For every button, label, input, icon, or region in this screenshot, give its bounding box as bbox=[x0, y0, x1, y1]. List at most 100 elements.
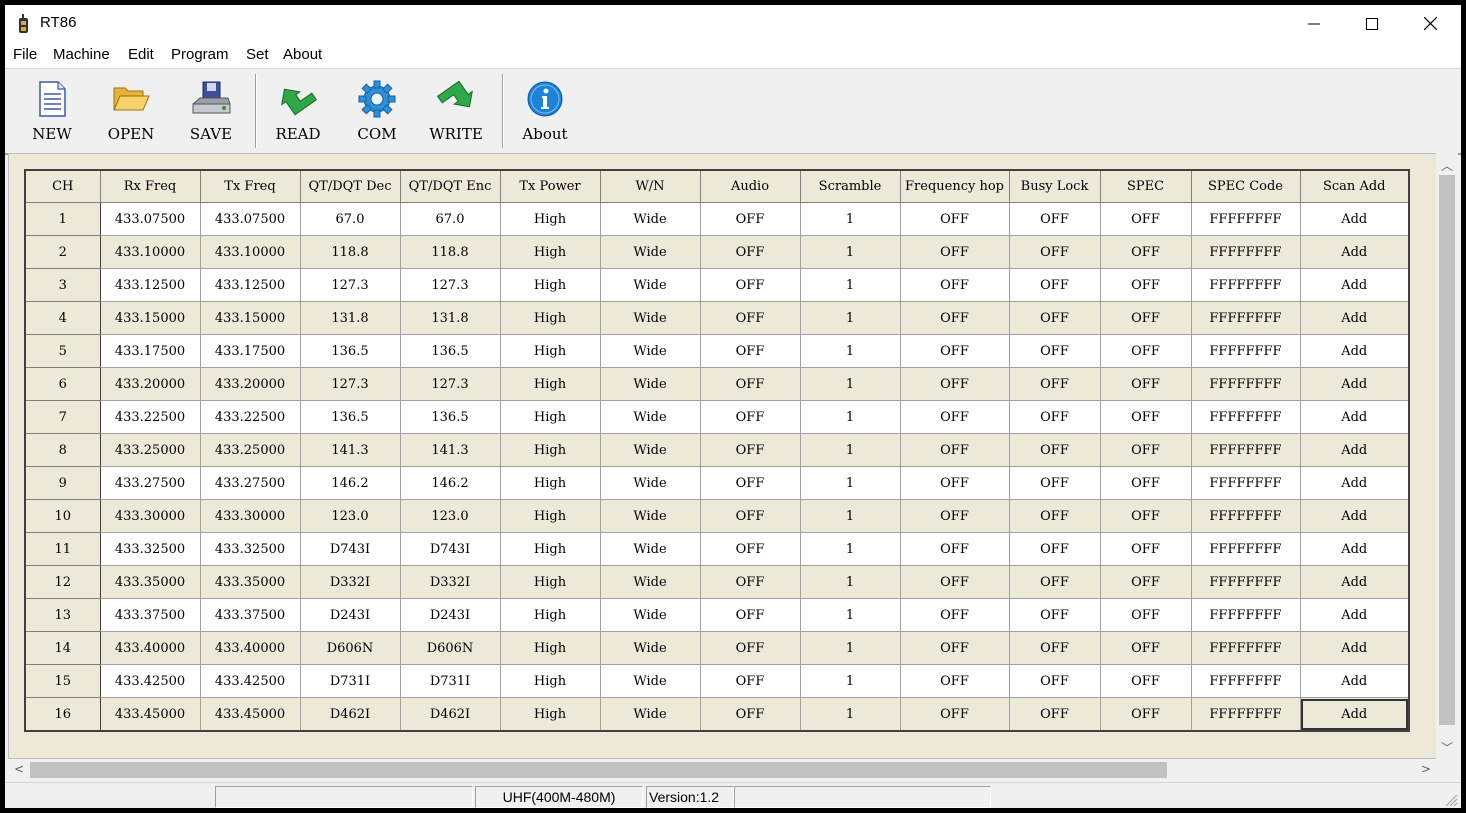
column-header[interactable]: QT/DQT Dec bbox=[299, 169, 401, 203]
table-cell[interactable]: OFF bbox=[899, 532, 1010, 566]
table-cell[interactable]: OFF bbox=[899, 466, 1010, 500]
table-cell[interactable]: D743I bbox=[299, 532, 401, 566]
resize-grip-icon[interactable] bbox=[1445, 794, 1458, 807]
column-header[interactable]: Scan Add bbox=[1299, 169, 1410, 203]
column-header[interactable]: Frequency hop bbox=[899, 169, 1010, 203]
table-cell[interactable]: 131.8 bbox=[399, 301, 501, 335]
table-cell[interactable]: FFFFFFFF bbox=[1190, 499, 1301, 533]
table-cell[interactable]: 127.3 bbox=[299, 268, 401, 302]
table-cell[interactable]: OFF bbox=[899, 664, 1010, 698]
table-cell[interactable]: 433.10000 bbox=[199, 235, 301, 269]
table-cell[interactable]: 433.40000 bbox=[199, 631, 301, 665]
table-cell[interactable]: OFF bbox=[1008, 664, 1101, 698]
table-cell[interactable]: High bbox=[499, 400, 601, 434]
column-header[interactable]: Rx Freq bbox=[99, 169, 201, 203]
table-cell[interactable]: Wide bbox=[599, 631, 701, 665]
table-cell[interactable]: 433.22500 bbox=[99, 400, 201, 434]
table-cell[interactable]: OFF bbox=[1099, 664, 1192, 698]
table-cell[interactable]: 433.42500 bbox=[199, 664, 301, 698]
table-cell[interactable]: OFF bbox=[899, 235, 1010, 269]
table-cell[interactable]: 1 bbox=[799, 400, 901, 434]
table-cell[interactable]: 433.20000 bbox=[99, 367, 201, 401]
table-cell[interactable]: High bbox=[499, 367, 601, 401]
menu-file[interactable]: File bbox=[13, 46, 37, 63]
table-cell[interactable]: 433.30000 bbox=[99, 499, 201, 533]
column-header[interactable]: QT/DQT Enc bbox=[399, 169, 501, 203]
table-cell[interactable]: OFF bbox=[899, 499, 1010, 533]
table-cell[interactable]: High bbox=[499, 565, 601, 599]
table-cell[interactable]: 433.27500 bbox=[199, 466, 301, 500]
table-cell[interactable]: FFFFFFFF bbox=[1190, 202, 1301, 236]
table-cell[interactable]: FFFFFFFF bbox=[1190, 433, 1301, 467]
table-cell[interactable]: Add bbox=[1299, 301, 1410, 335]
table-cell[interactable]: D332I bbox=[299, 565, 401, 599]
channel-number-cell[interactable]: 16 bbox=[24, 697, 101, 732]
table-cell[interactable]: FFFFFFFF bbox=[1190, 400, 1301, 434]
table-cell[interactable]: Wide bbox=[599, 499, 701, 533]
table-cell[interactable]: OFF bbox=[699, 235, 801, 269]
menu-about[interactable]: About bbox=[283, 46, 322, 63]
scroll-left-icon[interactable]: < bbox=[14, 762, 24, 776]
com-button[interactable]: COM bbox=[347, 73, 407, 149]
channel-number-cell[interactable]: 4 bbox=[24, 301, 101, 335]
table-cell[interactable]: D332I bbox=[399, 565, 501, 599]
channel-number-cell[interactable]: 15 bbox=[24, 664, 101, 698]
table-cell[interactable]: 433.45000 bbox=[199, 697, 301, 732]
menu-machine[interactable]: Machine bbox=[53, 46, 110, 63]
table-cell[interactable]: High bbox=[499, 664, 601, 698]
table-cell[interactable]: Wide bbox=[599, 664, 701, 698]
table-cell[interactable]: 433.42500 bbox=[99, 664, 201, 698]
table-cell[interactable]: 1 bbox=[799, 499, 901, 533]
column-header[interactable]: SPEC Code bbox=[1190, 169, 1301, 203]
table-cell[interactable]: OFF bbox=[1008, 202, 1101, 236]
table-cell[interactable]: Add bbox=[1299, 532, 1410, 566]
table-cell[interactable]: 1 bbox=[799, 301, 901, 335]
table-cell[interactable]: Add bbox=[1299, 202, 1410, 236]
table-cell[interactable]: High bbox=[499, 697, 601, 732]
table-cell[interactable]: High bbox=[499, 631, 601, 665]
table-cell[interactable]: Wide bbox=[599, 466, 701, 500]
menu-set[interactable]: Set bbox=[246, 46, 269, 63]
table-cell[interactable]: High bbox=[499, 499, 601, 533]
table-cell[interactable]: 433.35000 bbox=[199, 565, 301, 599]
vertical-scrollbar[interactable]: ︿ ﹀ bbox=[1436, 153, 1458, 759]
table-cell[interactable]: 146.2 bbox=[399, 466, 501, 500]
table-cell[interactable]: D731I bbox=[399, 664, 501, 698]
table-cell[interactable]: OFF bbox=[1008, 334, 1101, 368]
table-cell[interactable]: Add bbox=[1299, 334, 1410, 368]
table-cell[interactable]: OFF bbox=[899, 433, 1010, 467]
table-cell[interactable]: 1 bbox=[799, 466, 901, 500]
new-button[interactable]: NEW bbox=[22, 73, 82, 149]
table-cell[interactable]: D606N bbox=[299, 631, 401, 665]
table-cell[interactable]: OFF bbox=[899, 202, 1010, 236]
table-cell[interactable]: 433.32500 bbox=[99, 532, 201, 566]
table-cell[interactable]: 131.8 bbox=[299, 301, 401, 335]
table-cell[interactable]: OFF bbox=[1008, 268, 1101, 302]
table-cell[interactable]: Add bbox=[1299, 697, 1410, 732]
table-cell[interactable]: OFF bbox=[1008, 466, 1101, 500]
table-cell[interactable]: 123.0 bbox=[299, 499, 401, 533]
channel-number-cell[interactable]: 9 bbox=[24, 466, 101, 500]
table-cell[interactable]: 1 bbox=[799, 631, 901, 665]
table-cell[interactable]: High bbox=[499, 334, 601, 368]
table-cell[interactable]: FFFFFFFF bbox=[1190, 466, 1301, 500]
menu-program[interactable]: Program bbox=[171, 46, 229, 63]
table-cell[interactable]: Wide bbox=[599, 532, 701, 566]
table-cell[interactable]: 141.3 bbox=[399, 433, 501, 467]
table-cell[interactable]: FFFFFFFF bbox=[1190, 334, 1301, 368]
table-cell[interactable]: OFF bbox=[1008, 499, 1101, 533]
table-cell[interactable]: OFF bbox=[1099, 235, 1192, 269]
table-cell[interactable]: OFF bbox=[699, 532, 801, 566]
vertical-scroll-thumb[interactable] bbox=[1439, 175, 1455, 725]
table-cell[interactable]: FFFFFFFF bbox=[1190, 301, 1301, 335]
table-cell[interactable]: 433.07500 bbox=[99, 202, 201, 236]
table-cell[interactable]: OFF bbox=[899, 565, 1010, 599]
scroll-right-icon[interactable]: > bbox=[1421, 762, 1431, 776]
table-cell[interactable]: OFF bbox=[1008, 367, 1101, 401]
table-cell[interactable]: 141.3 bbox=[299, 433, 401, 467]
table-cell[interactable]: OFF bbox=[899, 268, 1010, 302]
table-cell[interactable]: D606N bbox=[399, 631, 501, 665]
scroll-up-icon[interactable]: ︿ bbox=[1441, 157, 1453, 174]
table-cell[interactable]: 136.5 bbox=[299, 334, 401, 368]
table-cell[interactable]: 433.25000 bbox=[199, 433, 301, 467]
